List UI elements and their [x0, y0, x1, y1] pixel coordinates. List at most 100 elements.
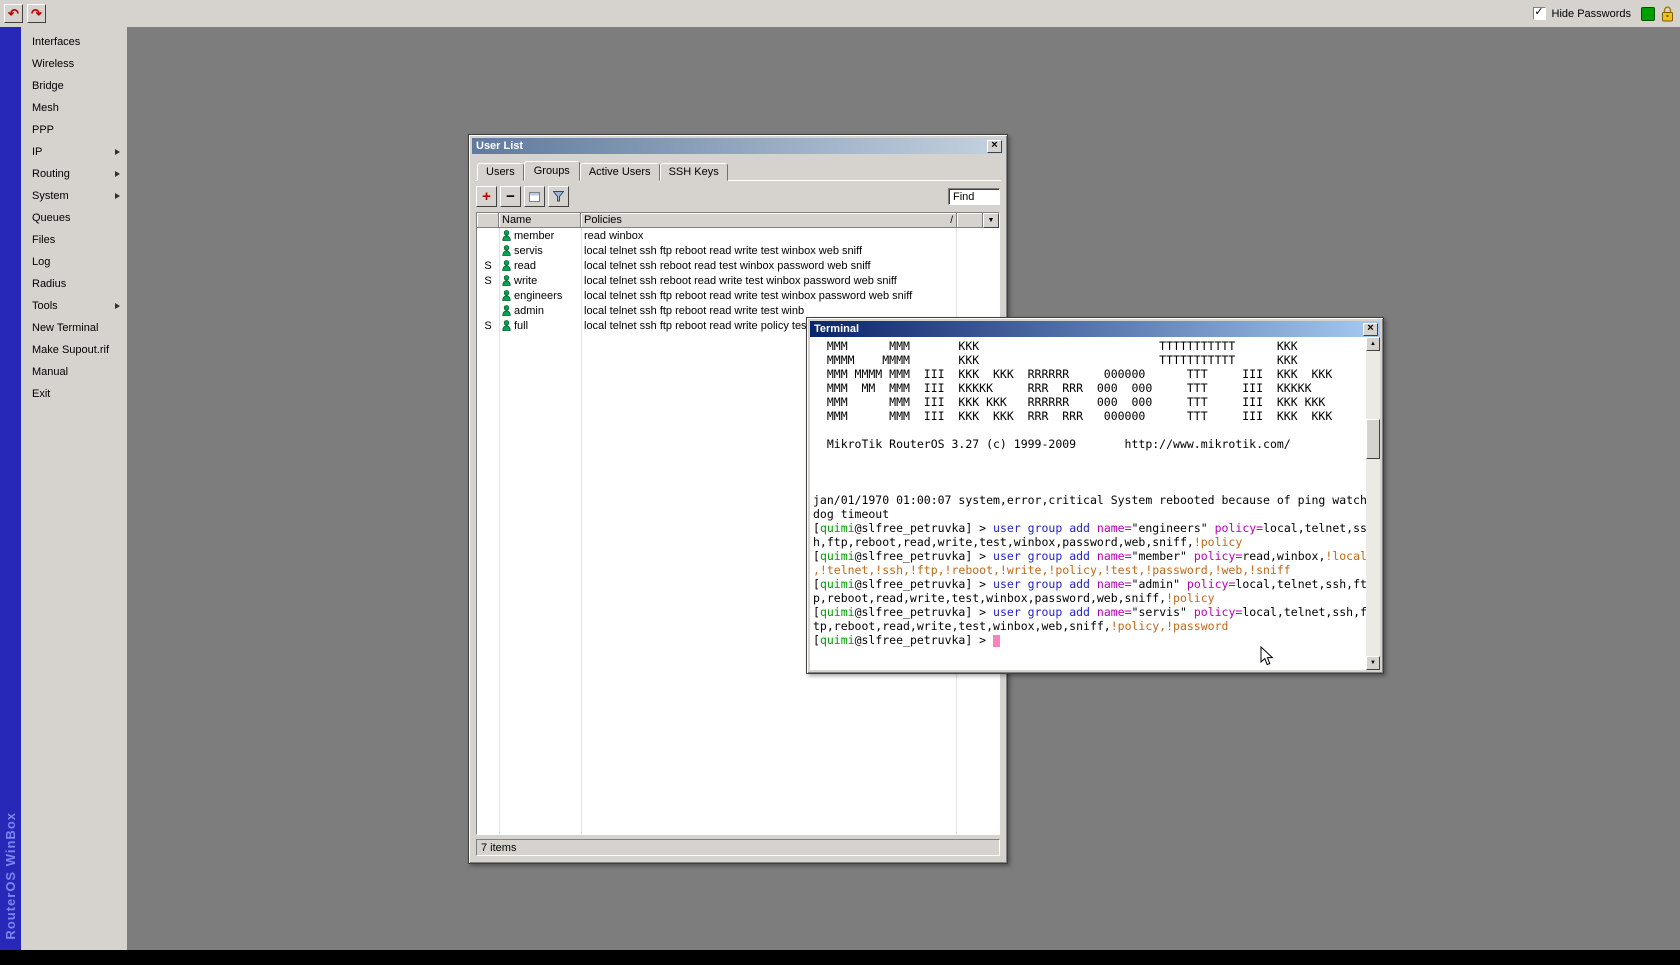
row-flag: S [477, 260, 499, 272]
column-header-name[interactable]: Name [499, 213, 581, 228]
filter-button[interactable] [548, 186, 569, 207]
menu-label: Bridge [32, 80, 120, 92]
scrollbar-thumb[interactable] [1366, 419, 1380, 459]
menu-label: Mesh [32, 102, 120, 114]
sidebar-menu: Interfaces Wireless Bridge Mesh PPP IP Routing… [21, 27, 127, 950]
row-policies: local telnet ssh ftp reboot read write t… [581, 245, 999, 257]
group-name-label: engineers [514, 290, 562, 302]
close-icon: × [991, 140, 997, 151]
menu-label: PPP [32, 124, 120, 136]
terminal-output[interactable]: MMM MMM KKK TTTTTTTTTTT KKK MMMM MMMM KK… [810, 337, 1366, 670]
close-icon: × [1367, 323, 1373, 334]
sidebar-item-log[interactable]: Log [21, 251, 127, 273]
sidebar-item-bridge[interactable]: Bridge [21, 75, 127, 97]
plus-icon: + [482, 189, 491, 204]
secure-mode-indicator-icon [1641, 7, 1655, 21]
close-button[interactable]: × [987, 140, 1002, 153]
table-row[interactable]: engineers local telnet ssh ftp reboot rea… [477, 288, 999, 303]
user-icon [502, 245, 511, 256]
redo-button[interactable]: ↷ [27, 4, 46, 23]
sidebar-item-queues[interactable]: Queues [21, 207, 127, 229]
row-flag: S [477, 275, 499, 287]
user-icon [502, 260, 511, 271]
user-icon [502, 320, 511, 331]
scroll-down-button[interactable]: ▼ [1366, 656, 1380, 670]
user-list-toolbar: +− Find [475, 181, 1001, 212]
chevron-down-icon: ▼ [988, 217, 995, 224]
sidebar-item-make-supout-rif[interactable]: Make Supout.rif [21, 339, 127, 361]
sidebar-item-system[interactable]: System [21, 185, 127, 207]
table-row[interactable]: Swritelocal telnet ssh reboot read write… [477, 273, 999, 288]
undo-button[interactable]: ↶ [4, 4, 23, 23]
row-name: engineers [499, 290, 581, 302]
tab-users[interactable]: Users [477, 163, 524, 181]
terminal-scrollbar[interactable]: ▲ ▼ [1366, 337, 1380, 670]
user-icon [502, 305, 511, 316]
sidebar-item-new-terminal[interactable]: New Terminal [21, 317, 127, 339]
note-icon [529, 192, 540, 202]
winbox-main-window: ↶ ↷ ✓ Hide Passwords RouterOS WinBox Int… [0, 0, 1680, 965]
tab-ssh-keys[interactable]: SSH Keys [660, 163, 728, 181]
row-policies: local telnet ssh reboot read test winbox… [581, 260, 999, 272]
menu-label: Exit [32, 388, 120, 400]
terminal-titlebar[interactable]: Terminal × [810, 321, 1380, 337]
user-list-titlebar[interactable]: User List × [472, 138, 1004, 154]
sidebar-item-wireless[interactable]: Wireless [21, 53, 127, 75]
sidebar-item-files[interactable]: Files [21, 229, 127, 251]
sidebar-item-manual[interactable]: Manual [21, 361, 127, 383]
sidebar-item-ip[interactable]: IP [21, 141, 127, 163]
menu-label: Interfaces [32, 36, 120, 48]
column-header-name-label: Name [502, 214, 531, 226]
menu-label: New Terminal [32, 322, 120, 334]
menu-label: Queues [32, 212, 120, 224]
submenu-arrow-icon [115, 303, 120, 309]
menu-label: Radius [32, 278, 120, 290]
row-policies: local telnet ssh ftp reboot read write t… [581, 290, 999, 302]
funnel-icon [553, 191, 564, 202]
close-button[interactable]: × [1363, 323, 1378, 336]
table-row[interactable]: Sread local telnet ssh reboot read test w… [477, 258, 999, 273]
sidebar-item-tools[interactable]: Tools [21, 295, 127, 317]
comment-button[interactable] [524, 186, 545, 207]
scrollbar-track[interactable] [1366, 351, 1380, 419]
add-button[interactable]: + [476, 186, 497, 207]
tab-active-users[interactable]: Active Users [580, 163, 660, 181]
sidebar-item-exit[interactable]: Exit [21, 383, 127, 405]
user-list-tabs: UsersGroupsActive UsersSSH Keys [475, 160, 1001, 180]
menu-label: Log [32, 256, 120, 268]
group-name-label: admin [514, 305, 544, 317]
sidebar-item-mesh[interactable]: Mesh [21, 97, 127, 119]
table-row[interactable]: servis local telnet ssh ftp reboot read w… [477, 243, 999, 258]
menu-label: Tools [32, 300, 115, 312]
group-name-label: servis [514, 245, 543, 257]
menu-label: Files [32, 234, 120, 246]
sidebar-item-ppp[interactable]: PPP [21, 119, 127, 141]
tab-groups[interactable]: Groups [524, 161, 580, 181]
column-select-button[interactable]: ▼ [983, 213, 999, 228]
table-header: Name Policies / ▼ [477, 213, 999, 228]
sort-indicator: / [950, 215, 953, 226]
row-policies: read winbox [581, 230, 999, 242]
submenu-arrow-icon [115, 149, 120, 155]
hide-passwords-checkbox[interactable]: ✓ [1533, 7, 1546, 20]
column-header-flags[interactable] [477, 213, 499, 228]
terminal-window: Terminal × MMM MMM KKK TTTTTTTTTTT KKK M… [806, 317, 1384, 674]
table-row[interactable]: memberread winbox [477, 228, 999, 243]
menu-label: IP [32, 146, 115, 158]
undo-icon: ↶ [8, 7, 19, 20]
scroll-up-icon: ▲ [1370, 341, 1376, 347]
row-name: full [499, 320, 581, 332]
find-box[interactable]: Find [948, 188, 1000, 205]
window-title: User List [476, 140, 523, 152]
remove-button[interactable]: − [500, 186, 521, 207]
scrollbar-track[interactable] [1366, 459, 1380, 656]
sidebar-item-radius[interactable]: Radius [21, 273, 127, 295]
group-name-label: full [514, 320, 528, 332]
table-row[interactable]: adminlocal telnet ssh ftp reboot read wr… [477, 303, 999, 318]
scroll-up-button[interactable]: ▲ [1366, 337, 1380, 351]
sidebar-item-routing[interactable]: Routing [21, 163, 127, 185]
sidebar-item-interfaces[interactable]: Interfaces [21, 31, 127, 53]
column-header-policies[interactable]: Policies / [581, 213, 957, 228]
group-name-label: read [514, 260, 536, 272]
menu-label: Wireless [32, 58, 120, 70]
